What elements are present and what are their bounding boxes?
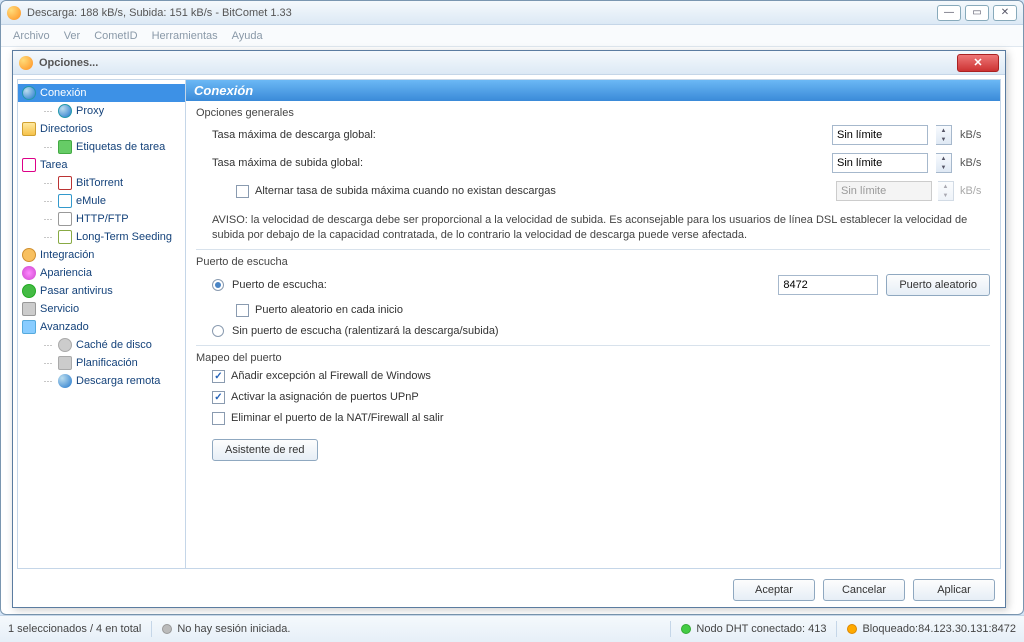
alt-upload-spinner: ▲▼ (938, 181, 954, 201)
apply-button[interactable]: Aplicar (913, 579, 995, 601)
integration-icon (22, 248, 36, 262)
dialog-buttons: Aceptar Cancelar Aplicar (13, 573, 1005, 607)
cache-icon (58, 338, 72, 352)
aviso-text: AVISO: la velocidad de descarga debe ser… (196, 207, 990, 250)
bittorrent-icon (58, 176, 72, 190)
status-session: No hay sesión iniciada. (177, 623, 290, 635)
antivirus-icon (22, 284, 36, 298)
content-pane: Conexión Opciones generales Tasa máxima … (186, 80, 1000, 568)
status-bar: 1 seleccionados / 4 en total No hay sesi… (0, 615, 1024, 642)
section-generales: Opciones generales (196, 105, 990, 121)
tree-longterm[interactable]: ⋯Long-Term Seeding (18, 228, 185, 246)
menu-archivo[interactable]: Archivo (13, 30, 50, 42)
max-download-label: Tasa máxima de descarga global: (212, 129, 824, 141)
random-port-startup-label: Puerto aleatorio en cada inicio (255, 304, 403, 316)
listen-port-input[interactable] (778, 275, 878, 295)
max-upload-spinner[interactable]: ▲▼ (936, 153, 952, 173)
emule-icon (58, 194, 72, 208)
tree-cache[interactable]: ⋯Caché de disco (18, 336, 185, 354)
tree-integracion[interactable]: Integración (18, 246, 185, 264)
upnp-checkbox[interactable]: ✓ (212, 391, 225, 404)
tree-conexion[interactable]: Conexión (18, 84, 185, 102)
firewall-checkbox[interactable]: ✓ (212, 370, 225, 383)
listen-port-radio[interactable] (212, 279, 224, 291)
unit-label: kB/s (960, 129, 990, 141)
upnp-label: Activar la asignación de puertos UPnP (231, 391, 419, 403)
content-header: Conexión (186, 80, 1000, 101)
http-icon (58, 212, 72, 226)
tree-emule[interactable]: ⋯eMule (18, 192, 185, 210)
menubar: Archivo Ver CometID Herramientas Ayuda (1, 25, 1023, 47)
alt-upload-label: Alternar tasa de subida máxima cuando no… (255, 185, 830, 197)
nat-label: Eliminar el puerto de la NAT/Firewall al… (231, 412, 444, 424)
service-icon (22, 302, 36, 316)
dialog-icon (19, 56, 33, 70)
dht-status-icon (681, 624, 691, 634)
nat-checkbox[interactable] (212, 412, 225, 425)
listen-port-label: Puerto de escucha: (232, 279, 770, 291)
max-upload-label: Tasa máxima de subida global: (212, 157, 824, 169)
alt-upload-checkbox[interactable] (236, 185, 249, 198)
tree-httpftp[interactable]: ⋯HTTP/FTP (18, 210, 185, 228)
max-upload-input[interactable] (832, 153, 928, 173)
dialog-close-button[interactable]: ✕ (957, 54, 999, 72)
max-download-spinner[interactable]: ▲▼ (936, 125, 952, 145)
seed-icon (58, 230, 72, 244)
label-icon (58, 140, 72, 154)
tree-planificacion[interactable]: ⋯Planificación (18, 354, 185, 372)
alt-upload-input (836, 181, 932, 201)
blocked-status-icon (847, 624, 857, 634)
globe-icon (22, 86, 36, 100)
firewall-label: Añadir excepción al Firewall de Windows (231, 370, 431, 382)
tree-servicio[interactable]: Servicio (18, 300, 185, 318)
no-listen-port-radio[interactable] (212, 325, 224, 337)
status-selection: 1 seleccionados / 4 en total (8, 623, 141, 635)
app-icon (7, 6, 21, 20)
random-port-button[interactable]: Puerto aleatorio (886, 274, 990, 296)
network-wizard-button[interactable]: Asistente de red (212, 439, 318, 461)
tree-etiquetas[interactable]: ⋯Etiquetas de tarea (18, 138, 185, 156)
no-listen-port-label: Sin puerto de escucha (ralentizará la de… (232, 325, 499, 337)
menu-herramientas[interactable]: Herramientas (152, 30, 218, 42)
tree-tarea[interactable]: Tarea (18, 156, 185, 174)
advanced-icon (22, 320, 36, 334)
dialog-titlebar: Opciones... ✕ (13, 51, 1005, 75)
tree-directorios[interactable]: Directorios (18, 120, 185, 138)
section-puerto: Puerto de escucha (196, 254, 990, 270)
close-button[interactable]: ✕ (993, 5, 1017, 21)
tree-remota[interactable]: ⋯Descarga remota (18, 372, 185, 390)
maximize-button[interactable]: ▭ (965, 5, 989, 21)
main-title: Descarga: 188 kB/s, Subida: 151 kB/s - B… (27, 7, 937, 19)
options-tree[interactable]: Conexión ⋯Proxy Directorios ⋯Etiquetas d… (18, 80, 186, 568)
remote-icon (58, 374, 72, 388)
menu-ayuda[interactable]: Ayuda (232, 30, 263, 42)
dialog-title: Opciones... (39, 57, 957, 69)
options-dialog: Opciones... ✕ Conexión ⋯Proxy Directorio… (12, 50, 1006, 608)
proxy-icon (58, 104, 72, 118)
appearance-icon (22, 266, 36, 280)
main-titlebar: Descarga: 188 kB/s, Subida: 151 kB/s - B… (1, 1, 1023, 25)
task-icon (22, 158, 36, 172)
folder-icon (22, 122, 36, 136)
section-mapeo: Mapeo del puerto (196, 350, 990, 366)
max-download-input[interactable] (832, 125, 928, 145)
session-status-icon (162, 624, 172, 634)
tree-antivirus[interactable]: Pasar antivirus (18, 282, 185, 300)
minimize-button[interactable]: — (937, 5, 961, 21)
tree-apariencia[interactable]: Apariencia (18, 264, 185, 282)
menu-ver[interactable]: Ver (64, 30, 81, 42)
tree-proxy[interactable]: ⋯Proxy (18, 102, 185, 120)
schedule-icon (58, 356, 72, 370)
tree-bittorrent[interactable]: ⋯BitTorrent (18, 174, 185, 192)
ok-button[interactable]: Aceptar (733, 579, 815, 601)
menu-cometid[interactable]: CometID (94, 30, 137, 42)
status-dht: Nodo DHT conectado: 413 (696, 623, 826, 635)
cancel-button[interactable]: Cancelar (823, 579, 905, 601)
tree-avanzado[interactable]: Avanzado (18, 318, 185, 336)
status-blocked: Bloqueado:84.123.30.131:8472 (862, 623, 1016, 635)
random-port-startup-checkbox[interactable] (236, 304, 249, 317)
